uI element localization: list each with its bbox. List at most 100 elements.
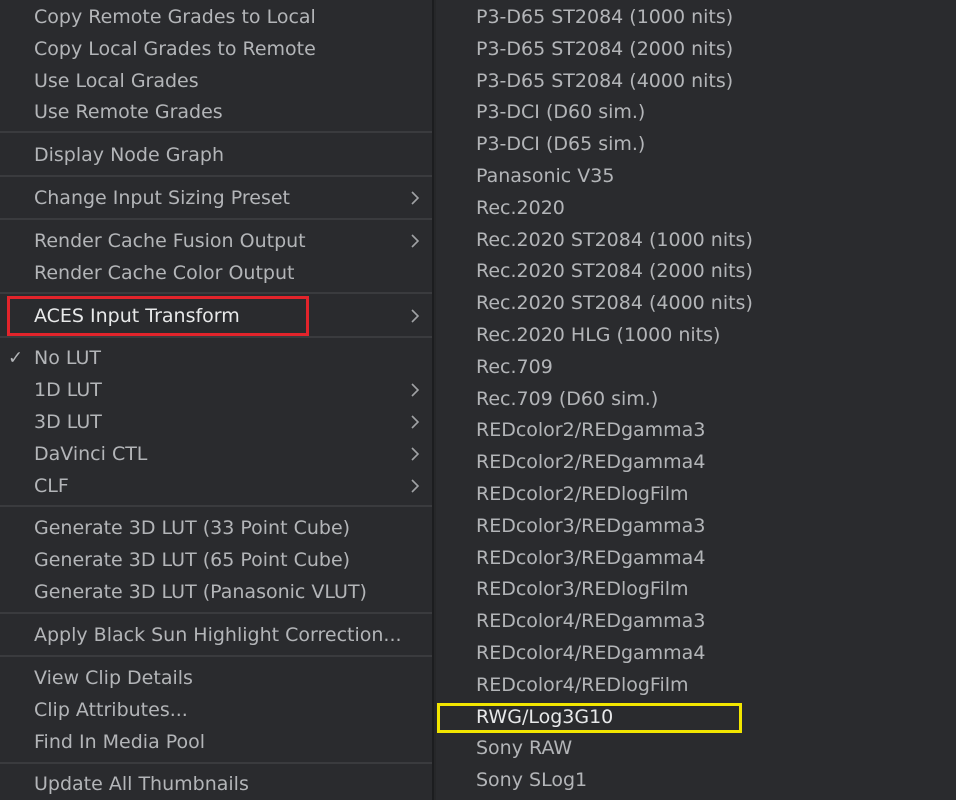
submenu-item-label: REDcolor4/REDlogFilm [476, 674, 689, 696]
chevron-right-icon [411, 309, 420, 323]
submenu-item-label: REDcolor4/REDgamma4 [476, 642, 706, 664]
menu-item-label: CLF [34, 475, 69, 497]
submenu-item-label: Rec.2020 HLG (1000 nits) [476, 324, 721, 346]
menu-item-clip-attributes[interactable]: Clip Attributes... [0, 694, 432, 726]
submenu-item[interactable]: REDcolor3/REDgamma4 [436, 542, 956, 574]
menu-item-copy-local-grades-to-remote[interactable]: Copy Local Grades to Remote [0, 33, 432, 65]
aces-input-transform-submenu: P3-D65 ST2084 (1000 nits) P3-D65 ST2084 … [436, 0, 956, 800]
submenu-item-label: Rec.709 (D60 sim.) [476, 388, 659, 410]
chevron-right-icon [411, 383, 420, 397]
submenu-item[interactable]: Sony SLog1 [436, 764, 956, 796]
submenu-item-label: REDcolor2/REDgamma4 [476, 451, 706, 473]
menu-item-aces-input-transform[interactable]: ACES Input Transform [0, 300, 432, 332]
menu-item-label: Generate 3D LUT (Panasonic VLUT) [34, 581, 367, 603]
menu-item-label: Generate 3D LUT (65 Point Cube) [34, 549, 351, 571]
submenu-item-label: P3-D65 ST2084 (4000 nits) [476, 70, 734, 92]
menu-separator [0, 336, 432, 338]
submenu-item[interactable]: Panasonic V35 [436, 160, 956, 192]
submenu-item[interactable]: P3-DCI (D65 sim.) [436, 128, 956, 160]
submenu-item-label: Rec.709 [476, 356, 553, 378]
submenu-item-label: P3-DCI (D60 sim.) [476, 101, 646, 123]
submenu-item-label: REDcolor2/REDlogFilm [476, 483, 689, 505]
submenu-item[interactable]: Rec.2020 ST2084 (1000 nits) [436, 224, 956, 256]
submenu-item[interactable]: REDcolor3/REDlogFilm [436, 573, 956, 605]
submenu-item-label: RWG/Log3G10 [476, 706, 614, 728]
submenu-item[interactable]: REDcolor4/REDlogFilm [436, 669, 956, 701]
submenu-item[interactable]: REDcolor2/REDgamma3 [436, 414, 956, 446]
menu-item-label: Copy Remote Grades to Local [34, 6, 316, 28]
menu-item-apply-black-sun-highlight-correction[interactable]: Apply Black Sun Highlight Correction... [0, 619, 432, 651]
menu-item-label: Apply Black Sun Highlight Correction... [34, 624, 402, 646]
submenu-item[interactable]: Rec.2020 ST2084 (2000 nits) [436, 255, 956, 287]
menu-item-update-all-thumbnails[interactable]: Update All Thumbnails [0, 768, 432, 800]
menu-item-label: Use Remote Grades [34, 101, 223, 123]
menu-item-label: DaVinci CTL [34, 443, 148, 465]
chevron-right-icon [411, 479, 420, 493]
menu-item-use-local-grades[interactable]: Use Local Grades [0, 65, 432, 97]
menu-separator [0, 612, 432, 614]
menu-item-generate-3d-lut-vlut[interactable]: Generate 3D LUT (Panasonic VLUT) [0, 576, 432, 608]
menu-item-label: Render Cache Fusion Output [34, 230, 306, 252]
menu-item-label: Find In Media Pool [34, 731, 206, 753]
submenu-item-label: Rec.2020 ST2084 (4000 nits) [476, 292, 753, 314]
submenu-item[interactable]: P3-D65 ST2084 (1000 nits) [436, 1, 956, 33]
menu-separator [0, 505, 432, 507]
menu-item-display-node-graph[interactable]: Display Node Graph [0, 139, 432, 171]
menu-item-clf[interactable]: CLF [0, 470, 432, 502]
submenu-item[interactable]: Rec.2020 HLG (1000 nits) [436, 319, 956, 351]
menu-item-label: Update All Thumbnails [34, 773, 249, 795]
menu-separator [0, 218, 432, 220]
menu-separator [0, 655, 432, 657]
menu-item-no-lut[interactable]: ✓ No LUT [0, 342, 432, 374]
menu-item-generate-3d-lut-65[interactable]: Generate 3D LUT (65 Point Cube) [0, 544, 432, 576]
menu-item-label: No LUT [34, 347, 102, 369]
menu-item-label: Generate 3D LUT (33 Point Cube) [34, 517, 351, 539]
submenu-item[interactable]: Rec.709 (D60 sim.) [436, 383, 956, 415]
context-menu: Copy Remote Grades to Local Copy Local G… [0, 0, 434, 800]
submenu-item-label: REDcolor4/REDgamma3 [476, 610, 706, 632]
submenu-item-label: P3-D65 ST2084 (1000 nits) [476, 6, 734, 28]
submenu-item[interactable]: Rec.2020 [436, 192, 956, 224]
menu-item-davinci-ctl[interactable]: DaVinci CTL [0, 438, 432, 470]
menu-item-view-clip-details[interactable]: View Clip Details [0, 662, 432, 694]
menu-item-generate-3d-lut-33[interactable]: Generate 3D LUT (33 Point Cube) [0, 512, 432, 544]
chevron-right-icon [411, 415, 420, 429]
submenu-item[interactable]: REDcolor2/REDgamma4 [436, 446, 956, 478]
submenu-item[interactable]: REDcolor4/REDgamma4 [436, 637, 956, 669]
submenu-item-rwg-log3g10[interactable]: RWG/Log3G10 [436, 701, 956, 733]
menu-item-label: ACES Input Transform [34, 305, 240, 327]
submenu-item-label: P3-D65 ST2084 (2000 nits) [476, 38, 734, 60]
menu-item-label: Render Cache Color Output [34, 262, 295, 284]
menu-item-render-cache-fusion-output[interactable]: Render Cache Fusion Output [0, 225, 432, 257]
submenu-item[interactable]: REDcolor4/REDgamma3 [436, 605, 956, 637]
menu-item-label: Copy Local Grades to Remote [34, 38, 316, 60]
submenu-item-label: REDcolor3/REDgamma4 [476, 547, 706, 569]
submenu-item-label: Rec.2020 [476, 197, 565, 219]
submenu-item[interactable]: P3-D65 ST2084 (2000 nits) [436, 33, 956, 65]
menu-item-copy-remote-grades-to-local[interactable]: Copy Remote Grades to Local [0, 1, 432, 33]
submenu-item[interactable]: REDcolor2/REDlogFilm [436, 478, 956, 510]
submenu-item-label: Rec.2020 ST2084 (2000 nits) [476, 260, 753, 282]
menu-item-use-remote-grades[interactable]: Use Remote Grades [0, 96, 432, 128]
menu-item-find-in-media-pool[interactable]: Find In Media Pool [0, 726, 432, 758]
menu-separator [0, 175, 432, 177]
menu-item-label: Use Local Grades [34, 70, 199, 92]
menu-item-render-cache-color-output[interactable]: Render Cache Color Output [0, 257, 432, 289]
submenu-item[interactable]: P3-D65 ST2084 (4000 nits) [436, 65, 956, 97]
checkmark-icon: ✓ [8, 347, 24, 369]
menu-item-label: Display Node Graph [34, 144, 224, 166]
submenu-item-label: REDcolor3/REDgamma3 [476, 515, 706, 537]
submenu-item-label: Sony SLog1 [476, 769, 588, 791]
submenu-item[interactable]: Rec.2020 ST2084 (4000 nits) [436, 287, 956, 319]
chevron-right-icon [411, 191, 420, 205]
submenu-item[interactable]: P3-DCI (D60 sim.) [436, 96, 956, 128]
chevron-right-icon [411, 234, 420, 248]
submenu-item[interactable]: REDcolor3/REDgamma3 [436, 510, 956, 542]
submenu-item-label: REDcolor2/REDgamma3 [476, 419, 706, 441]
menu-item-3d-lut[interactable]: 3D LUT [0, 406, 432, 438]
submenu-item[interactable]: Sony RAW [436, 732, 956, 764]
submenu-item-label: REDcolor3/REDlogFilm [476, 578, 689, 600]
submenu-item[interactable]: Rec.709 [436, 351, 956, 383]
menu-item-1d-lut[interactable]: 1D LUT [0, 374, 432, 406]
menu-item-change-input-sizing-preset[interactable]: Change Input Sizing Preset [0, 182, 432, 214]
